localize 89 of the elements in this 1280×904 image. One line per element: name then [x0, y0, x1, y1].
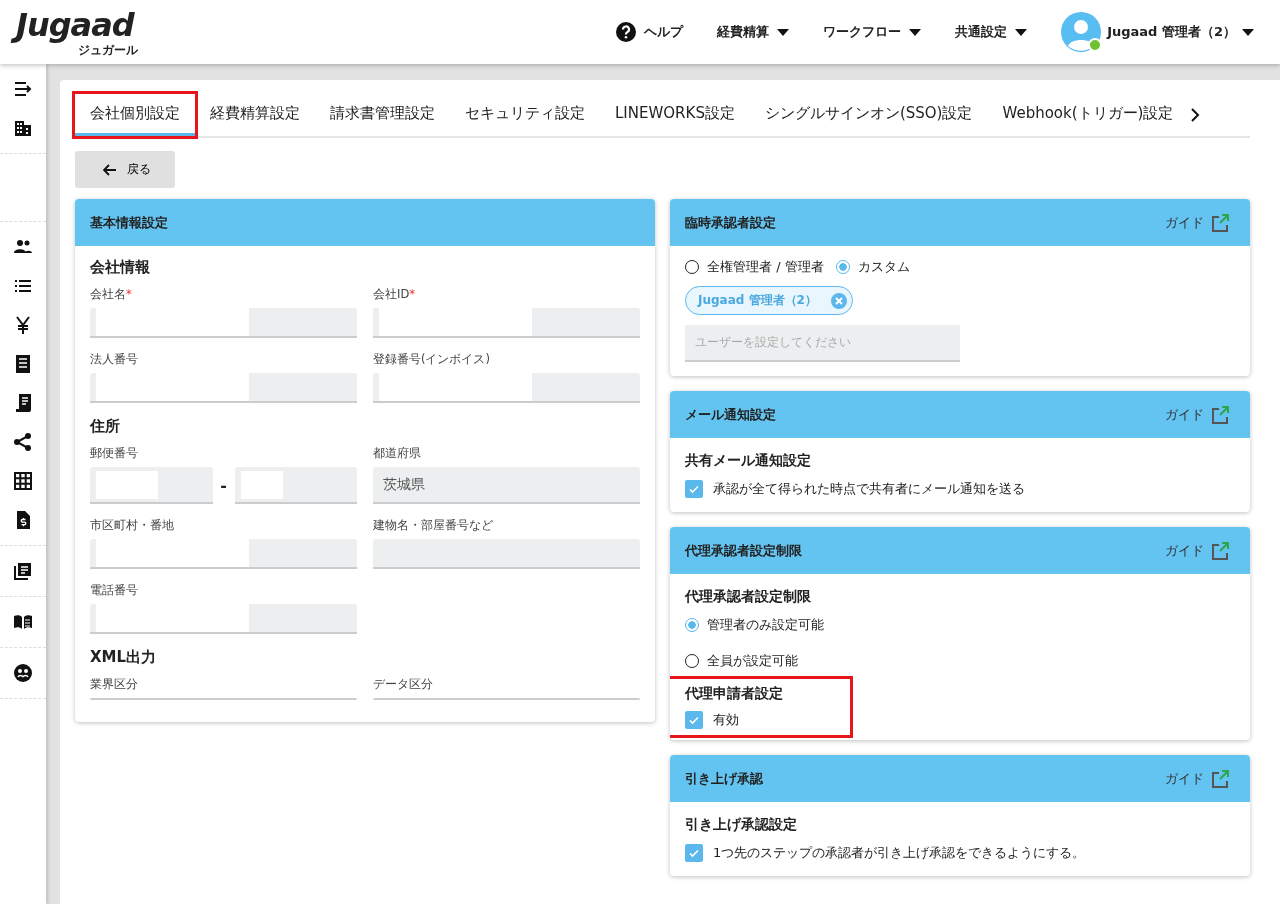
guide-link[interactable]: ガイド — [1165, 404, 1230, 425]
radio-option[interactable]: 全員が設定可能 — [685, 652, 1235, 670]
radio-button[interactable] — [685, 618, 699, 632]
user-chip: Jugaad 管理者（2） — [685, 286, 853, 315]
grid-icon[interactable] — [13, 471, 33, 491]
chevron-right-icon[interactable] — [1190, 108, 1201, 122]
input-field[interactable] — [373, 308, 640, 338]
tab[interactable]: 経費精算設定 — [195, 94, 315, 136]
help-icon — [616, 22, 637, 42]
card-title: 引き上げ承認 — [685, 769, 763, 788]
input-field[interactable] — [90, 308, 357, 338]
guide-link[interactable]: ガイド — [1165, 768, 1230, 789]
card-title: メール通知設定 — [685, 405, 776, 424]
nav-menu[interactable]: ワークフロー — [823, 23, 922, 41]
nav-menu[interactable]: 経費精算 — [717, 23, 790, 41]
section-heading: 引き上げ承認設定 — [685, 816, 798, 834]
field-label: 電話番号 — [90, 583, 139, 598]
section-heading: 代理申請者設定 — [685, 685, 784, 703]
input-field[interactable] — [373, 539, 640, 569]
input-field[interactable] — [234, 467, 357, 504]
caret-icon — [1015, 28, 1028, 36]
tab[interactable]: LINEWORKS設定 — [600, 94, 750, 136]
invoice-icon[interactable] — [13, 393, 33, 413]
field-label: データ区分 — [373, 677, 434, 692]
collapse-menu-icon[interactable] — [13, 79, 33, 99]
section-heading: 住所 — [90, 417, 121, 436]
radio-option[interactable]: 全権管理者 / 管理者 — [685, 258, 824, 276]
field-label: 建物名・部屋番号など — [373, 518, 494, 533]
field-label: 法人番号 — [90, 352, 139, 367]
tab[interactable]: シングルサインオン(SSO)設定 — [749, 94, 988, 136]
field-label: 登録番号(インボイス) — [373, 352, 491, 367]
checkbox[interactable] — [685, 711, 703, 729]
card-title: 代理承認者設定制限 — [685, 541, 802, 560]
input-field[interactable] — [90, 373, 357, 403]
documents-icon[interactable] — [13, 561, 33, 581]
share-icon[interactable] — [13, 432, 33, 452]
tab[interactable]: セキュリティ設定 — [450, 94, 600, 136]
receipt-icon[interactable] — [13, 354, 33, 374]
check-icon — [688, 714, 700, 726]
remove-icon[interactable] — [830, 292, 847, 309]
card-title: 基本情報設定 — [90, 213, 168, 232]
section-heading: XML出力 — [90, 648, 158, 667]
book-icon[interactable] — [13, 612, 33, 632]
tab[interactable]: 会社個別設定 — [75, 94, 195, 136]
building-icon[interactable] — [13, 118, 33, 138]
caret-icon — [777, 28, 790, 36]
guide-link[interactable]: ガイド — [1165, 540, 1230, 561]
check-icon — [688, 847, 700, 859]
field-label: 会社名* — [90, 287, 133, 302]
radio-button[interactable] — [835, 260, 850, 274]
tab[interactable]: Webhook(トリガー)設定 — [987, 94, 1189, 136]
help-link[interactable]: ヘルプ — [616, 22, 684, 42]
check-icon — [688, 483, 700, 495]
section-heading: 共有メール通知設定 — [685, 452, 812, 470]
user-menu[interactable]: Jugaad 管理者（2） — [1061, 12, 1254, 52]
support-icon[interactable] — [13, 663, 33, 683]
field-label: 都道府県 — [373, 446, 422, 461]
input-field[interactable] — [90, 604, 357, 634]
section-heading: 代理承認者設定制限 — [685, 588, 812, 606]
separator-text: - — [219, 476, 228, 495]
card-title: 臨時承認者設定 — [685, 213, 776, 232]
tab[interactable]: 請求書管理設定 — [315, 94, 450, 136]
checkbox-option[interactable]: 1つ先のステップの承認者が引き上げ承認をできるようにする。 — [685, 844, 1235, 862]
caret-icon — [909, 28, 922, 36]
caret-icon — [1242, 28, 1254, 36]
radio-option[interactable]: カスタム — [835, 258, 910, 276]
input-field[interactable] — [90, 467, 213, 504]
input-field[interactable] — [90, 539, 357, 569]
input-field[interactable]: 茨城県 — [373, 467, 640, 504]
guide-link[interactable]: ガイド — [1165, 212, 1230, 233]
arrow-left-icon — [103, 163, 117, 176]
field-label: 業界区分 — [90, 677, 139, 692]
external-link-icon — [1210, 212, 1230, 233]
external-link-icon — [1210, 540, 1230, 561]
field-label: 市区町村・番地 — [90, 518, 175, 533]
checkbox-option[interactable]: 有効 — [685, 711, 835, 729]
external-link-icon — [1210, 768, 1230, 789]
yen-icon[interactable] — [13, 315, 33, 335]
checkbox[interactable] — [685, 844, 703, 862]
radio-option[interactable]: 管理者のみ設定可能 — [685, 616, 1235, 634]
field-label: 会社ID* — [373, 287, 416, 302]
field-label: 郵便番号 — [90, 446, 139, 461]
checkbox-option[interactable]: 承認が全て得られた時点で共有者にメール通知を送る — [685, 480, 1235, 498]
input-field[interactable] — [373, 373, 640, 403]
section-heading: 会社情報 — [90, 258, 151, 277]
nav-menu[interactable]: 共通設定 — [955, 23, 1028, 41]
checkbox[interactable] — [685, 480, 703, 498]
back-button[interactable]: 戻る — [75, 151, 175, 188]
external-link-icon — [1210, 404, 1230, 425]
